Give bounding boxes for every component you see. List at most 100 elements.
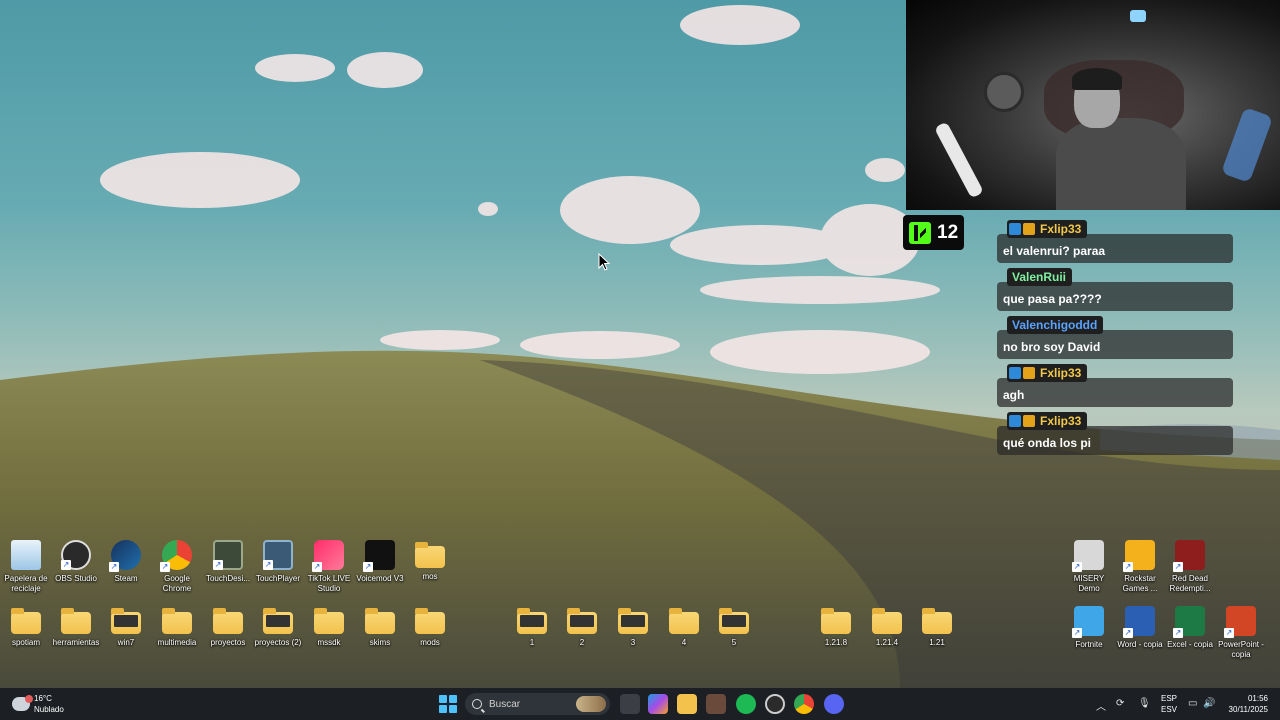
desktop-icon-label: 3 [630,638,636,647]
chat-username: Fxlip33 [1040,366,1082,380]
folder-icon [61,608,91,634]
folder-icon [415,608,445,634]
desktop-icon[interactable]: proyectos (2) [252,606,304,648]
chat-username-tag: Valenchigoddd [1007,316,1104,334]
network-icon[interactable]: ▭ [1188,698,1197,709]
chat-message: agh Fxlip33 [997,364,1233,412]
copilot-icon[interactable] [648,694,668,714]
desktop-icon[interactable]: TouchPlayer [252,540,304,584]
desktop-icon-label: Rockstar Games ... [1122,574,1158,593]
search-placeholder: Buscar [489,698,521,710]
file-explorer-icon[interactable] [677,694,697,714]
desktop-icon[interactable]: 5 [708,606,760,648]
tray-overflow-icon[interactable]: ︿ [1096,698,1106,713]
microphone-icon[interactable]: 🎙 [1138,698,1151,709]
windows-logo-pane [449,705,457,713]
task-view-icon[interactable] [620,694,640,714]
desktop-icon[interactable]: Google Chrome [151,540,203,594]
volume-icon[interactable]: 🔊 [1203,698,1215,709]
folder-icon [162,608,192,634]
desktop-icon[interactable]: Rockstar Games ... [1114,540,1166,594]
desktop-icon[interactable]: TikTok LIVE Studio [303,540,355,594]
desktop-icon[interactable]: Steam [100,540,152,584]
chat-username-tag: Fxlip33 [1007,220,1088,238]
desktop-icon-label: Papelera de reciclaje [4,574,48,593]
desktop-icon-label: Fortnite [1075,640,1103,649]
desktop-icon[interactable]: Word - copia [1114,606,1166,650]
desktop-icon[interactable]: herramientas [50,606,102,648]
folder-icon [111,608,141,634]
folder-preview-icon [114,615,138,627]
desktop-icon[interactable]: 1.21.8 [810,606,862,648]
desktop-icon[interactable]: spotiam [0,606,52,648]
desktop-icon[interactable]: OBS Studio [50,540,102,584]
desktop-icon-label: 1.21 [929,638,945,647]
desktop-icon[interactable]: TouchDesi... [202,540,254,584]
sync-icon[interactable]: ⟳ [1116,698,1124,709]
desktop-icon[interactable]: Voicemod V3 [354,540,406,584]
desktop-icon-label: 1 [529,638,535,647]
webcam-fan [984,72,1024,112]
desktop-icon-label: OBS Studio [55,574,97,583]
desktop-icon[interactable]: PowerPoint - copia [1215,606,1267,660]
desktop-icon[interactable]: 1.21.4 [861,606,913,648]
chat-username: Fxlip33 [1040,414,1082,428]
chat-username-tag: Fxlip33 [1007,364,1088,382]
spotify-icon[interactable] [736,694,756,714]
word-icon [1123,606,1155,638]
chat-username-tag: Fxlip33 [1007,412,1088,430]
desktop-icon[interactable]: skims [354,606,406,648]
desktop-icon[interactable]: Papelera de reciclaje [0,540,52,594]
desktop-icon[interactable]: Fortnite [1063,606,1115,650]
desktop-icon[interactable]: 4 [658,606,710,648]
input-language[interactable]: ESP ESV [1161,693,1177,715]
clock[interactable]: 01:56 30/11/2025 [1229,693,1268,715]
discord-icon[interactable] [824,694,844,714]
fortnite-icon [1072,606,1104,638]
weather-widget[interactable]: 16°C Nublado [12,693,64,715]
folder-preview-icon [520,615,544,627]
webcam-glow [1220,106,1274,184]
desktop-icon[interactable]: 1.21 [911,606,963,648]
desktop-icon[interactable]: mssdk [303,606,355,648]
folder-icon [567,608,597,634]
desktop-icon-label: mos [422,572,438,581]
desktop-icon-label: 2 [579,638,585,647]
taskbar-search[interactable]: Buscar [465,693,610,715]
chat-message: el valenrui? paraa Fxlip33 [997,220,1233,268]
webcam-light [934,121,984,199]
game-app-icon[interactable] [706,694,726,714]
webcam-person-hair [1072,68,1122,90]
desktop-icon[interactable]: win7 [100,606,152,648]
chrome-taskbar-icon[interactable] [794,694,814,714]
desktop-icon-label: skims [369,638,391,647]
desktop-icon[interactable]: 3 [607,606,659,648]
powerpoint-icon [1224,606,1256,638]
desktop-icon-label: herramientas [52,638,100,647]
obs-taskbar-icon[interactable] [765,694,785,714]
desktop-icon[interactable]: 2 [556,606,608,648]
desktop-icon[interactable]: Excel - copia [1164,606,1216,650]
desktop-icon[interactable]: 1 [506,606,558,648]
desktop-icon[interactable]: multimedia [151,606,203,648]
desktop-icon[interactable]: Red Dead Redempti... [1164,540,1216,594]
chat-username: Valenchigoddd [1012,318,1098,332]
folder-icon [719,608,749,634]
desktop-icon[interactable]: mods [404,606,456,648]
subscriber-badge-icon [1023,367,1035,379]
desktop-icon[interactable]: mos [404,540,456,582]
desktop-icon-label: mssdk [317,638,341,647]
clock-date: 30/11/2025 [1228,705,1268,714]
desktop-icon[interactable]: MISERY Demo [1063,540,1115,594]
rdr-icon [1173,540,1205,572]
desktop-icon-label: Voicemod V3 [356,574,404,583]
start-button[interactable] [439,695,457,713]
desktop-icon-label: 1.21.4 [875,638,899,647]
chat-message-text: qué onda los pi [997,426,1233,455]
chat-message-text: agh [997,378,1233,407]
misery-icon [1072,540,1104,572]
chat-username: Fxlip33 [1040,222,1082,236]
recycle-bin-icon [11,540,41,570]
search-highlight-image [576,696,606,712]
desktop-icon[interactable]: proyectos [202,606,254,648]
